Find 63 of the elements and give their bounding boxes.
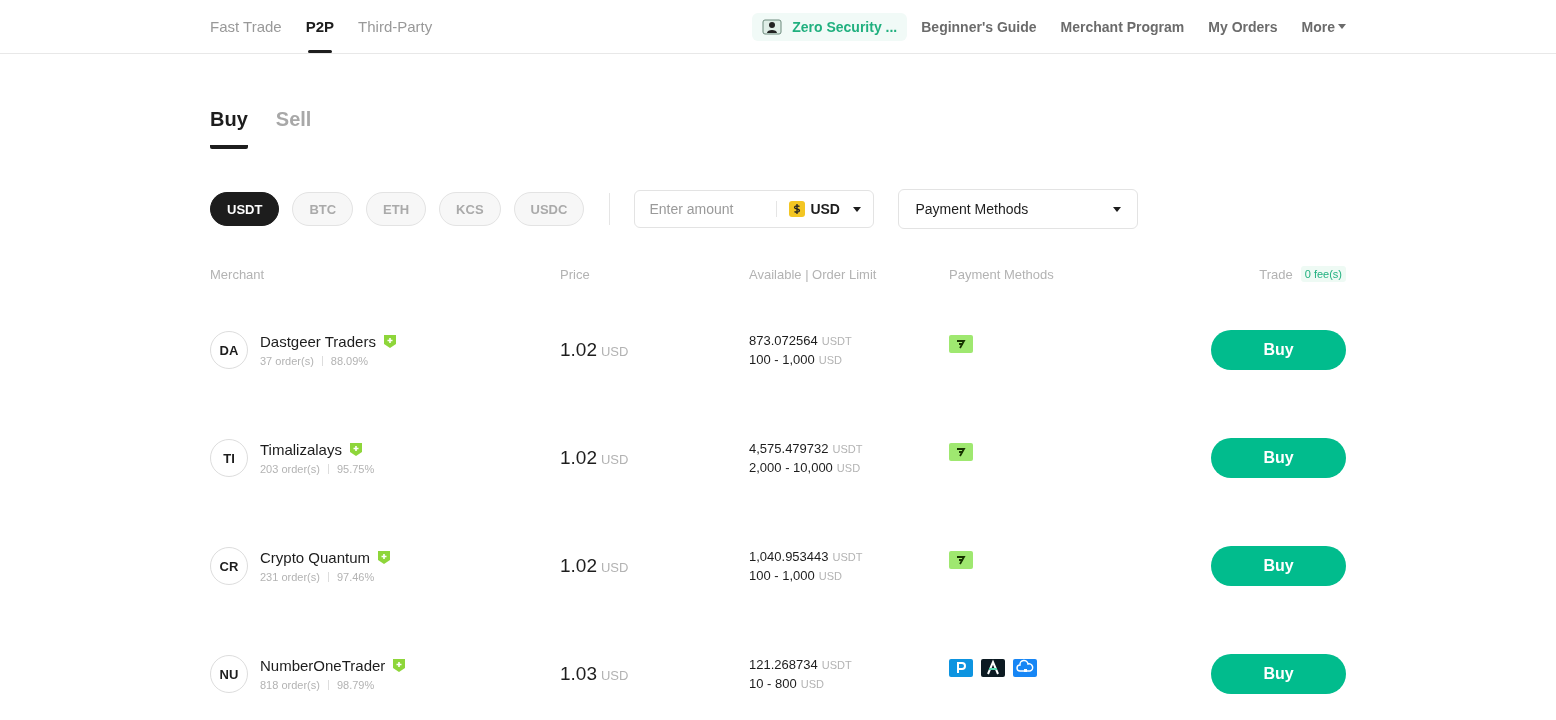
nav-tab[interactable]: P2P: [305, 0, 335, 53]
completion-rate: 98.79%: [336, 679, 375, 691]
shield-icon: [378, 551, 391, 564]
order-limit: 100 - 1,000: [749, 568, 815, 583]
available-unit: USDT: [821, 335, 852, 347]
caret-icon: [853, 206, 862, 212]
nav-tab[interactable]: Fast Trade: [210, 0, 282, 53]
completion-rate: 97.46%: [336, 571, 375, 583]
limit-unit: USD: [818, 354, 842, 366]
caret-icon: [1113, 206, 1122, 212]
limit-unit: USD: [818, 570, 842, 582]
limit-unit: USD: [836, 462, 861, 474]
completion-rate: 88.09%: [330, 355, 369, 367]
order-count: 37 order(s): [260, 355, 314, 367]
available-unit: USDT: [832, 551, 863, 563]
order-limit: 100 - 1,000: [749, 352, 815, 367]
trade-side-tab[interactable]: Buy: [210, 108, 248, 149]
nav-link[interactable]: Merchant Program: [1060, 18, 1185, 35]
amount-field[interactable]: Enter amount USD: [634, 190, 875, 228]
nav-link[interactable]: My Orders: [1208, 18, 1278, 35]
price-unit: USD: [601, 344, 629, 359]
column-header: Price: [560, 266, 591, 282]
merchant-name[interactable]: NumberOneTrader: [260, 657, 386, 674]
price-value: 1.03: [560, 663, 597, 685]
available-amount: 1,040.953443: [749, 549, 829, 564]
coin-chip[interactable]: USDT: [210, 192, 280, 226]
merchant-name[interactable]: Dastgeer Traders: [260, 333, 376, 350]
column-header: Trade: [1259, 266, 1293, 282]
nav-tab[interactable]: Third-Party: [358, 0, 433, 53]
price-value: 1.02: [560, 339, 597, 361]
nav-link[interactable]: Beginner's Guide: [921, 18, 1037, 35]
price-unit: USD: [601, 452, 629, 467]
column-header: Merchant: [210, 266, 266, 282]
shield-icon: [393, 659, 406, 672]
available-unit: USDT: [821, 659, 852, 671]
dollar-coin-icon: [789, 201, 806, 217]
available-amount: 121.268734: [749, 657, 818, 672]
price-value: 1.02: [560, 555, 597, 577]
currency-label: USD: [810, 201, 840, 217]
column-header: Payment Methods: [949, 266, 1055, 282]
completion-rate: 95.75%: [336, 463, 375, 475]
merchant-name[interactable]: Timalizalays: [260, 441, 342, 458]
available-unit: USDT: [832, 443, 863, 455]
order-count: 818 order(s): [260, 679, 320, 691]
payment-methods-select[interactable]: Payment Methods: [898, 189, 1139, 229]
price-value: 1.02: [560, 447, 597, 469]
available-amount: 873.072564: [749, 333, 818, 348]
order-count: 231 order(s): [260, 571, 320, 583]
shield-icon: [349, 443, 362, 456]
caret-icon: [1338, 24, 1346, 29]
column-header: Available | Order Limit: [749, 266, 878, 282]
order-limit: 2,000 - 10,000: [749, 460, 833, 475]
price-unit: USD: [601, 560, 629, 575]
more-menu[interactable]: More: [1301, 18, 1346, 35]
order-count: 203 order(s): [260, 463, 320, 475]
fee-badge: 0 fee(s): [1300, 266, 1346, 282]
order-limit: 10 - 800: [749, 676, 797, 691]
person-card-icon: [762, 18, 783, 35]
available-amount: 4,575.479732: [749, 441, 829, 456]
shield-icon: [383, 335, 396, 348]
limit-unit: USD: [800, 678, 824, 690]
price-unit: USD: [601, 668, 629, 683]
merchant-name[interactable]: Crypto Quantum: [260, 549, 371, 566]
